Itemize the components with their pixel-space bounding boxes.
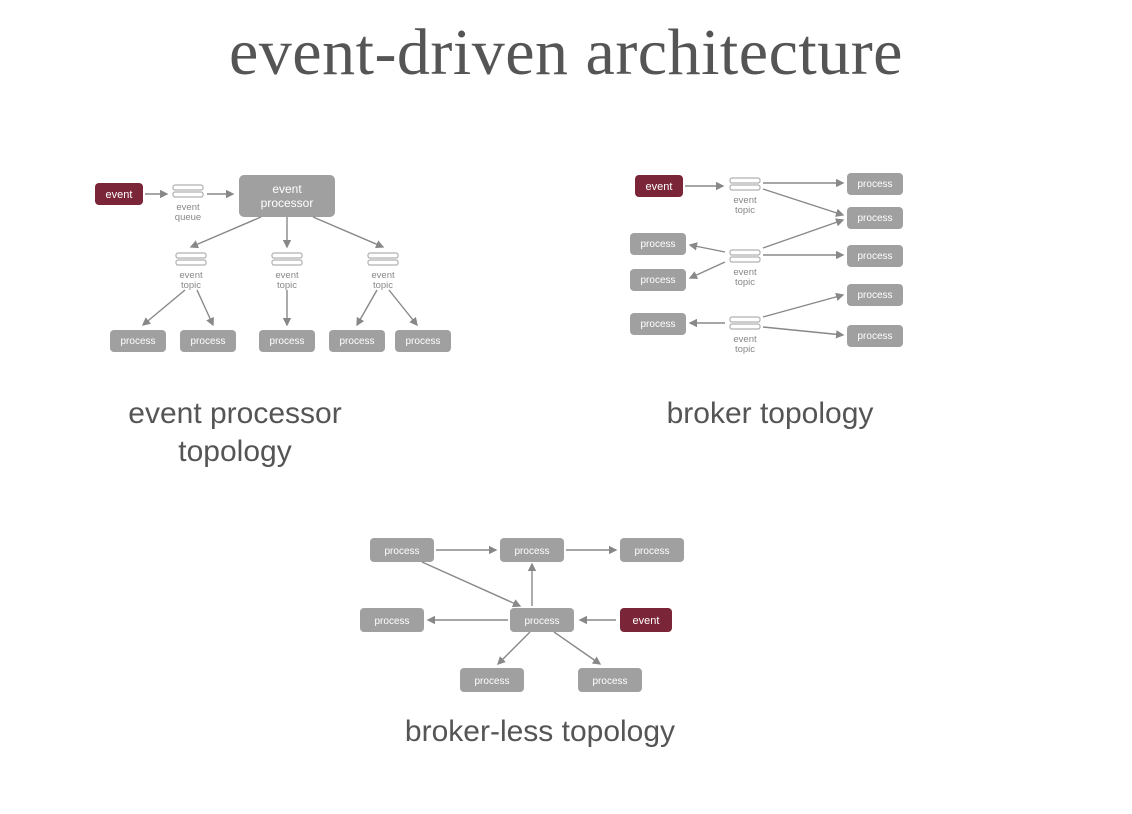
svg-text:process: process (405, 336, 440, 347)
svg-text:topic: topic (373, 280, 393, 291)
event-topic: event topic (730, 250, 760, 288)
svg-text:process: process (384, 546, 419, 557)
svg-text:process: process (514, 546, 549, 557)
svg-text:process: process (339, 336, 374, 347)
svg-text:event: event (633, 615, 660, 627)
svg-text:process: process (640, 239, 675, 250)
event-topic: event topic (730, 178, 760, 216)
diagram-event-processor: event event queue event processor event … (95, 175, 445, 385)
svg-text:process: process (634, 546, 669, 557)
svg-text:queue: queue (175, 212, 201, 223)
arrow-icon (763, 220, 843, 248)
event-node-label: event (646, 181, 673, 193)
svg-text:process: process (190, 336, 225, 347)
arrow-icon (197, 290, 213, 325)
event-topic: event topic (272, 253, 302, 291)
arrow-icon (357, 290, 377, 325)
arrow-icon (763, 295, 843, 317)
page-title: event-driven architecture (0, 15, 1132, 91)
svg-text:process: process (524, 616, 559, 627)
arrow-icon (763, 327, 843, 335)
arrow-icon (690, 245, 725, 252)
event-queue: event queue (173, 185, 203, 223)
arrow-icon (690, 262, 725, 278)
arrow-icon (389, 290, 417, 325)
caption-brokerless: broker-less topology (350, 713, 730, 751)
caption-event-processor: event processor topology (95, 395, 375, 470)
svg-text:process: process (592, 676, 627, 687)
event-processor-label-line1: event (272, 182, 302, 196)
svg-text:topic: topic (181, 280, 201, 291)
event-topic: event topic (368, 253, 398, 291)
process-row: process process process process process (110, 330, 451, 352)
svg-text:process: process (640, 319, 675, 330)
svg-text:process: process (857, 290, 892, 301)
arrow-icon (191, 217, 261, 247)
event-processor-label-line2: processor (261, 196, 314, 210)
svg-text:process: process (857, 213, 892, 224)
svg-text:process: process (374, 616, 409, 627)
svg-text:topic: topic (735, 277, 755, 288)
arrow-icon (763, 189, 843, 215)
svg-text:process: process (120, 336, 155, 347)
svg-text:process: process (857, 251, 892, 262)
svg-text:process: process (857, 331, 892, 342)
diagram-brokerless: process process process process process … (340, 530, 740, 710)
arrow-icon (498, 632, 530, 664)
arrow-icon (554, 632, 600, 664)
arrow-icon (313, 217, 383, 247)
event-node-label: event (106, 189, 133, 201)
arrow-icon (422, 562, 520, 606)
svg-text:process: process (269, 336, 304, 347)
arrow-icon (143, 290, 185, 325)
svg-text:process: process (640, 275, 675, 286)
svg-text:topic: topic (735, 344, 755, 355)
svg-text:process: process (474, 676, 509, 687)
event-topic: event topic (176, 253, 206, 291)
svg-text:topic: topic (735, 205, 755, 216)
caption-broker: broker topology (610, 395, 930, 433)
event-topic: event topic (730, 317, 760, 355)
svg-text:topic: topic (277, 280, 297, 291)
svg-text:process: process (857, 179, 892, 190)
diagram-broker: event event topic event topic event topi… (625, 175, 935, 385)
